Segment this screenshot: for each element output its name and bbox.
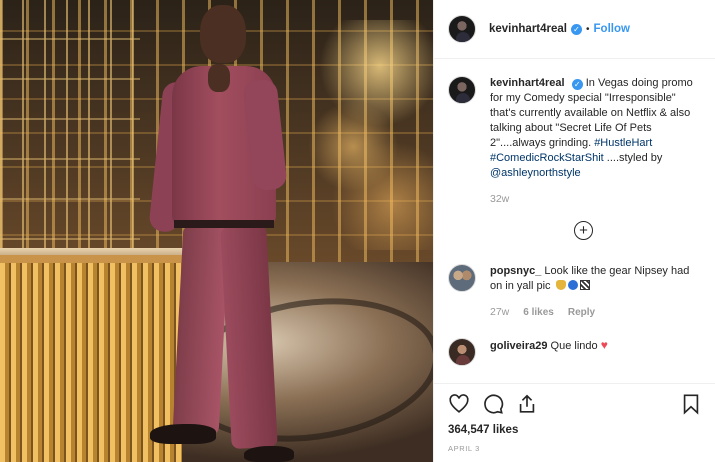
comment-age: 27w xyxy=(490,306,510,318)
mention-ashleynorthstyle[interactable]: @ashleynorthstyle xyxy=(490,167,581,179)
bookmark-icon[interactable] xyxy=(680,393,702,415)
hand xyxy=(208,64,230,92)
plus-circle-icon[interactable]: + xyxy=(574,221,593,240)
comment-avatar[interactable] xyxy=(448,338,476,366)
caption: kevinhart4real ✓ In Vegas doing promo fo… xyxy=(448,76,702,207)
comment-avatar[interactable] xyxy=(448,264,476,292)
right-shoe xyxy=(244,446,294,462)
comment-text: Que lindo xyxy=(550,340,598,352)
person-figure xyxy=(148,0,300,462)
verified-badge-icon: ✓ xyxy=(571,23,582,35)
praying-hands-emoji-icon xyxy=(555,280,566,290)
post-actions: 364,547 likes APRIL 3 xyxy=(434,383,715,462)
instagram-post: kevinhart4real ✓ • Follow kevinhart4real… xyxy=(0,0,715,462)
background-lights xyxy=(300,20,433,250)
hashtag-hustlehart[interactable]: #HustleHart xyxy=(594,137,652,149)
comment-body: popsnyc_ Look like the gear Nipsey had o… xyxy=(490,264,700,320)
comment-author[interactable]: popsnyc_ xyxy=(490,265,541,277)
follow-button[interactable]: Follow xyxy=(594,23,630,35)
caption-author[interactable]: kevinhart4real xyxy=(490,77,565,89)
heart-icon[interactable] xyxy=(448,393,470,415)
reply-button[interactable]: Reply xyxy=(568,305,595,320)
share-icon[interactable] xyxy=(516,393,538,415)
comment-item: popsnyc_ Look like the gear Nipsey had o… xyxy=(448,264,702,320)
comment-likes[interactable]: 6 likes xyxy=(523,305,554,320)
header-username[interactable]: kevinhart4real xyxy=(489,23,567,35)
post-photo[interactable] xyxy=(0,0,433,462)
right-leg xyxy=(220,224,278,450)
red-heart-emoji-icon: ♥ xyxy=(600,338,608,352)
caption-avatar[interactable] xyxy=(448,76,476,104)
comments-section[interactable]: kevinhart4real ✓ In Vegas doing promo fo… xyxy=(434,60,715,382)
post-side-panel: kevinhart4real ✓ • Follow kevinhart4real… xyxy=(433,0,715,462)
comment-meta: 27w 6 likes Reply xyxy=(490,305,700,320)
caption-text-2: ....styled by xyxy=(603,152,663,164)
comment-author[interactable]: goliveira29 xyxy=(490,340,547,352)
separator-dot: • xyxy=(586,23,590,35)
verified-badge-icon: ✓ xyxy=(571,79,583,90)
blue-circle-emoji-icon xyxy=(567,280,578,290)
post-header: kevinhart4real ✓ • Follow xyxy=(434,0,715,59)
belt xyxy=(174,220,274,228)
caption-meta: 32w xyxy=(490,192,700,207)
action-icons xyxy=(448,393,702,415)
likes-count[interactable]: 364,547 likes xyxy=(448,424,702,436)
avatar[interactable] xyxy=(448,15,476,43)
caption-age[interactable]: 32w xyxy=(490,192,509,207)
head xyxy=(200,5,246,63)
gold-cage-decor xyxy=(0,0,140,280)
comment-body: goliveira29 Que lindo ♥ xyxy=(490,338,700,366)
comment-item: goliveira29 Que lindo ♥ xyxy=(448,338,702,366)
left-shoe xyxy=(150,424,216,444)
checkered-flag-emoji-icon xyxy=(579,280,590,290)
comment-icon[interactable] xyxy=(482,393,504,415)
hashtag-comedicrockstarshit[interactable]: #ComedicRockStarShit xyxy=(490,152,604,164)
post-date[interactable]: APRIL 3 xyxy=(448,444,702,453)
caption-body: kevinhart4real ✓ In Vegas doing promo fo… xyxy=(490,76,700,207)
